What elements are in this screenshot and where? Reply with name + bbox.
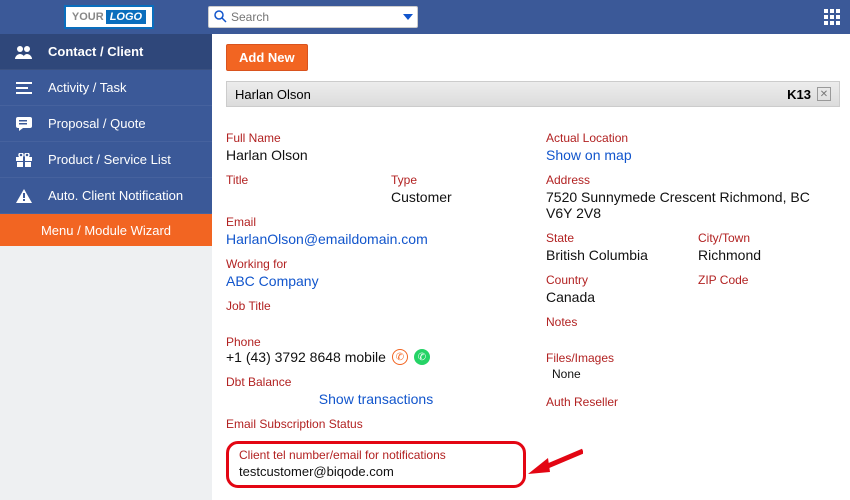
full-name-label: Full Name (226, 131, 526, 145)
state-label: State (546, 231, 668, 245)
phone-label: Phone (226, 335, 526, 349)
left-column: Full Name Harlan Olson Title Type Custom… (226, 121, 546, 488)
sidebar-item-proposal[interactable]: Proposal / Quote (0, 106, 212, 142)
workingfor-link[interactable]: ABC Company (226, 273, 526, 289)
phone-value: +1 (43) 3792 8648 mobile (226, 349, 386, 365)
sidebar-item-contact[interactable]: Contact / Client (0, 34, 212, 70)
auth-label: Auth Reseller (546, 395, 820, 409)
sidebar-item-label: Product / Service List (48, 152, 171, 167)
main-panel: Add New Harlan Olson K13 ✕ Full Name Har… (212, 34, 850, 500)
type-value: Customer (391, 189, 526, 205)
sidebar: Contact / Client Activity / Task Proposa… (0, 34, 212, 500)
chat-icon (14, 117, 34, 131)
whatsapp-icon[interactable]: ✆ (414, 349, 430, 365)
logo-your: YOUR (72, 11, 104, 23)
record-header: Harlan Olson K13 ✕ (226, 81, 840, 107)
type-label: Type (391, 173, 526, 187)
sidebar-item-activity[interactable]: Activity / Task (0, 70, 212, 106)
email-link[interactable]: HarlanOlson@emaildomain.com (226, 231, 526, 247)
alert-icon (14, 189, 34, 203)
record-code: K13 (787, 87, 811, 102)
address-label: Address (546, 173, 820, 187)
dbt-label: Dbt Balance (226, 375, 526, 389)
notes-label: Notes (546, 315, 820, 329)
title-label: Title (226, 173, 361, 187)
search-box[interactable] (208, 6, 418, 28)
gift-icon (14, 153, 34, 167)
city-label: City/Town (698, 231, 820, 245)
sidebar-item-product[interactable]: Product / Service List (0, 142, 212, 178)
right-column: Actual Location Show on map Address 7520… (546, 121, 840, 488)
country-label: Country (546, 273, 668, 287)
workingfor-label: Working for (226, 257, 526, 271)
phone-call-icon[interactable]: ✆ (392, 349, 408, 365)
email-label: Email (226, 215, 526, 229)
close-icon[interactable]: ✕ (817, 87, 831, 101)
search-input[interactable] (208, 6, 418, 28)
arrow-icon (528, 446, 583, 476)
sidebar-item-label: Activity / Task (48, 80, 127, 95)
sidebar-item-label: Proposal / Quote (48, 116, 146, 131)
files-label: Files/Images (546, 351, 820, 365)
notification-callout: Client tel number/email for notification… (226, 441, 526, 488)
sidebar-item-notification[interactable]: Auto. Client Notification (0, 178, 212, 214)
actualloc-label: Actual Location (546, 131, 820, 145)
record-title: Harlan Olson (235, 87, 311, 102)
files-value: None (546, 367, 820, 381)
apps-icon[interactable] (824, 9, 840, 25)
jobtitle-label: Job Title (226, 299, 526, 313)
menu-wizard-button[interactable]: Menu / Module Wizard (0, 214, 212, 246)
notif-value: testcustomer@biqode.com (239, 464, 513, 479)
show-transactions-link[interactable]: Show transactions (226, 391, 526, 407)
search-icon (213, 9, 227, 23)
people-icon (14, 45, 34, 59)
city-value: Richmond (698, 247, 820, 263)
chevron-down-icon[interactable] (403, 14, 413, 20)
topbar: YOUR LOGO (0, 0, 850, 34)
country-value: Canada (546, 289, 668, 305)
full-name-value: Harlan Olson (226, 147, 526, 163)
sidebar-item-label: Auto. Client Notification (48, 188, 183, 203)
address-value: 7520 Sunnymede Crescent Richmond, BC V6Y… (546, 189, 820, 221)
logo-logo: LOGO (106, 10, 146, 24)
list-icon (14, 82, 34, 94)
show-on-map-link[interactable]: Show on map (546, 147, 820, 163)
add-new-button[interactable]: Add New (226, 44, 308, 71)
logo[interactable]: YOUR LOGO (64, 5, 154, 29)
emailsub-label: Email Subscription Status (226, 417, 526, 431)
state-value: British Columbia (546, 247, 668, 263)
notif-label: Client tel number/email for notification… (239, 448, 513, 462)
zip-label: ZIP Code (698, 273, 820, 287)
sidebar-item-label: Contact / Client (48, 44, 143, 59)
